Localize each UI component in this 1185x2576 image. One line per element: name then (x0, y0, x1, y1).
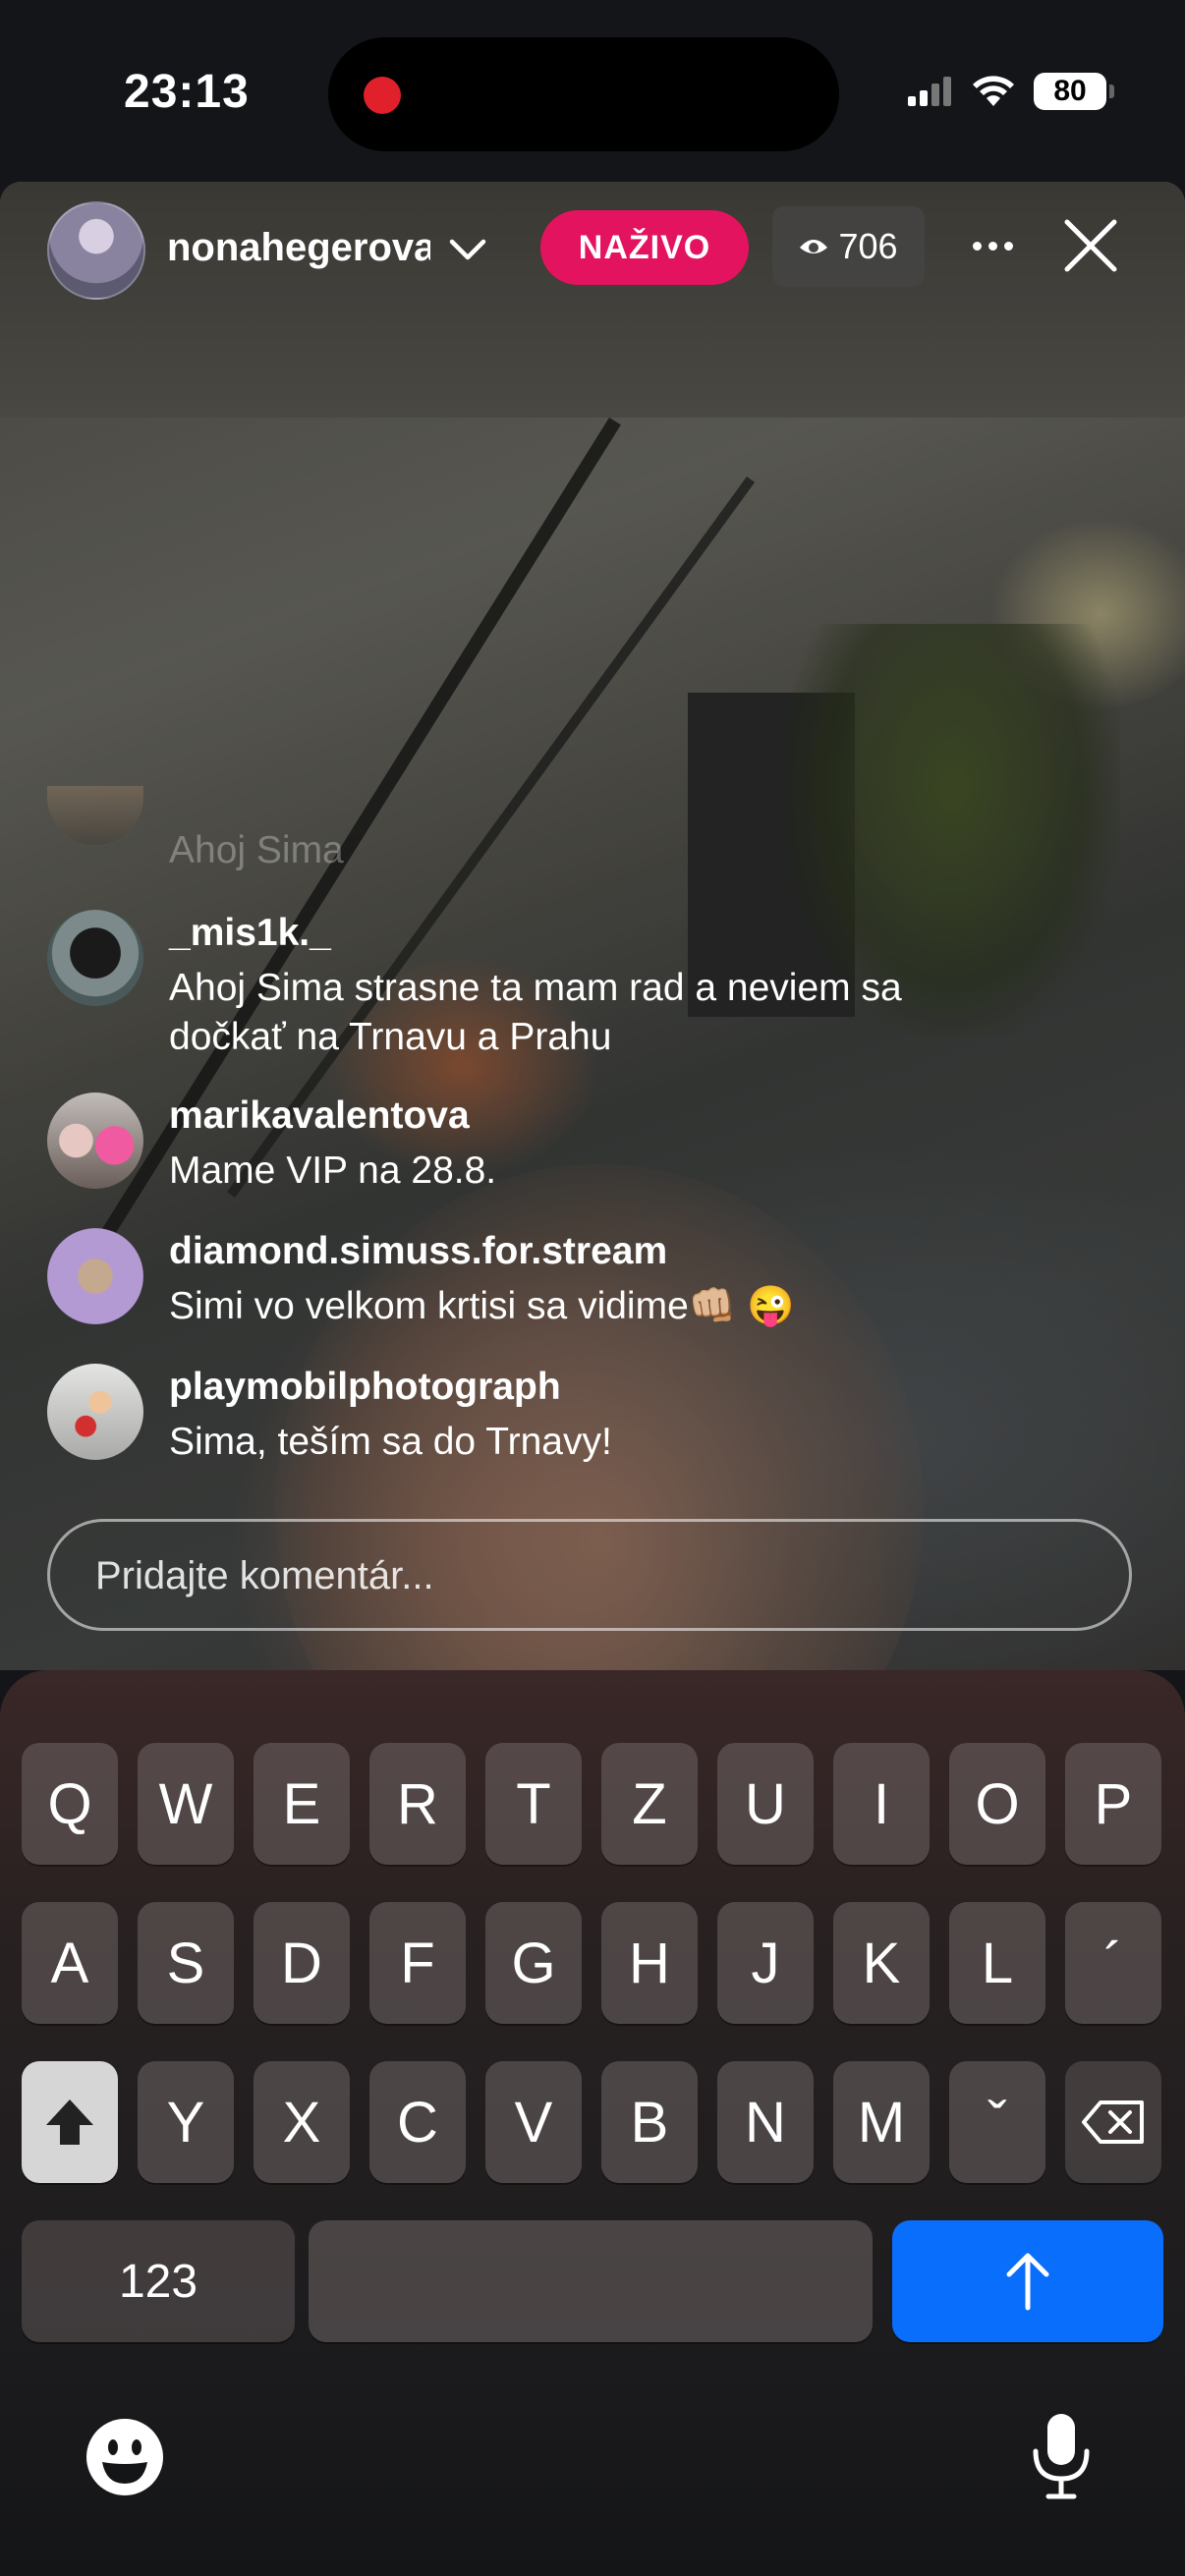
more-dot (1003, 241, 1013, 251)
key-f[interactable]: F (369, 1902, 466, 2024)
comment-username[interactable]: _mis1k._ (169, 912, 331, 955)
key-x[interactable]: X (254, 2061, 350, 2183)
comment-avatar[interactable] (47, 1228, 143, 1324)
comment-text-line2: dočkať na Trnavu a Prahu (169, 1016, 612, 1058)
key-d[interactable]: D (254, 1902, 350, 2024)
microphone-icon[interactable] (1027, 2412, 1096, 2500)
comment-input[interactable] (93, 1522, 1080, 1630)
key-t[interactable]: T (485, 1743, 582, 1865)
key-o[interactable]: O (949, 1743, 1045, 1865)
key-i[interactable]: I (833, 1743, 930, 1865)
key-j[interactable]: J (717, 1902, 814, 2024)
live-badge: NAŽIVO (540, 210, 749, 285)
key-k[interactable]: K (833, 1902, 930, 2024)
dynamic-island (328, 37, 839, 151)
backspace-icon (1082, 2100, 1144, 2144)
send-key[interactable] (892, 2220, 1163, 2342)
host-avatar[interactable] (47, 201, 145, 300)
key-n[interactable]: N (717, 2061, 814, 2183)
key-b[interactable]: B (601, 2061, 698, 2183)
backspace-key[interactable] (1065, 2061, 1161, 2183)
eye-icon (800, 240, 828, 253)
status-time: 23:13 (124, 66, 250, 118)
comment-username[interactable]: playmobilphotograph (169, 1366, 561, 1409)
viewer-count-value: 706 (838, 226, 898, 266)
key-y[interactable]: Y (138, 2061, 234, 2183)
comment-text: Mame VIP na 28.8. (169, 1149, 497, 1192)
key-u[interactable]: U (717, 1743, 814, 1865)
keyboard: Q W E R T Z U I O P A S D F G H J K L ´ … (0, 1670, 1185, 2576)
viewer-count[interactable]: 706 (772, 206, 925, 287)
key-s[interactable]: S (138, 1902, 234, 2024)
key-l[interactable]: L (949, 1902, 1045, 2024)
close-icon[interactable] (1061, 216, 1120, 275)
comment-text: Sima, teším sa do Trnavy! (169, 1421, 612, 1463)
status-bar: 23:13 80 (0, 0, 1185, 182)
shift-key[interactable] (22, 2061, 118, 2183)
host-username[interactable]: nonahegerova (167, 226, 430, 270)
key-acute[interactable]: ´ (1065, 1902, 1161, 2024)
comment-avatar[interactable] (47, 910, 143, 1006)
comment-box[interactable] (47, 1519, 1132, 1631)
comment-username[interactable]: diamond.simuss.for.stream (169, 1230, 667, 1273)
numbers-key[interactable]: 123 (22, 2220, 295, 2342)
emoji-icon[interactable] (85, 2417, 165, 2497)
arrow-up-icon (1006, 2253, 1049, 2311)
key-w[interactable]: W (138, 1743, 234, 1865)
comment-text: Ahoj Sima strasne ta mam rad a neviem sa (169, 967, 902, 1009)
status-icons: 80 (908, 73, 1114, 110)
key-caron[interactable]: ˇ (949, 2061, 1045, 2183)
comment-text: Ahoj Sima (169, 829, 344, 871)
cellular-signal-icon (908, 77, 951, 106)
comment-avatar[interactable] (47, 1364, 143, 1460)
key-r[interactable]: R (369, 1743, 466, 1865)
recording-indicator-icon (364, 77, 401, 114)
key-v[interactable]: V (485, 2061, 582, 2183)
key-z[interactable]: Z (601, 1743, 698, 1865)
battery-level: 80 (1053, 75, 1087, 107)
comment-avatar[interactable] (47, 1092, 143, 1189)
comment-avatar (47, 786, 143, 845)
key-m[interactable]: M (833, 2061, 930, 2183)
key-q[interactable]: Q (22, 1743, 118, 1865)
more-options-button[interactable] (963, 216, 1022, 275)
shift-icon (46, 2100, 93, 2145)
key-p[interactable]: P (1065, 1743, 1161, 1865)
comment-item: marikavalentova Mame VIP na 28.8. (47, 1092, 1128, 1201)
comment-username[interactable]: marikavalentova (169, 1094, 470, 1138)
battery-icon: 80 (1034, 73, 1114, 110)
chevron-down-icon[interactable] (448, 234, 487, 263)
comment-text: Simi vo velkom krtisi sa vidime👊🏼 😜 (169, 1285, 795, 1327)
key-c[interactable]: C (369, 2061, 466, 2183)
key-g[interactable]: G (485, 1902, 582, 2024)
comment-item: playmobilphotograph Sima, teším sa do Tr… (47, 1364, 1128, 1472)
space-key[interactable] (309, 2220, 873, 2342)
comment-item: Ahoj Sima (47, 786, 1128, 884)
wifi-icon (973, 76, 1014, 106)
more-dot (988, 241, 997, 251)
key-a[interactable]: A (22, 1902, 118, 2024)
comment-item: _mis1k._ Ahoj Sima strasne ta mam rad a … (47, 910, 1128, 1058)
more-dot (972, 241, 982, 251)
key-e[interactable]: E (254, 1743, 350, 1865)
comment-item: diamond.simuss.for.stream Simi vo velkom… (47, 1228, 1128, 1336)
key-h[interactable]: H (601, 1902, 698, 2024)
live-header: nonahegerova NAŽIVO 706 (0, 196, 1185, 305)
